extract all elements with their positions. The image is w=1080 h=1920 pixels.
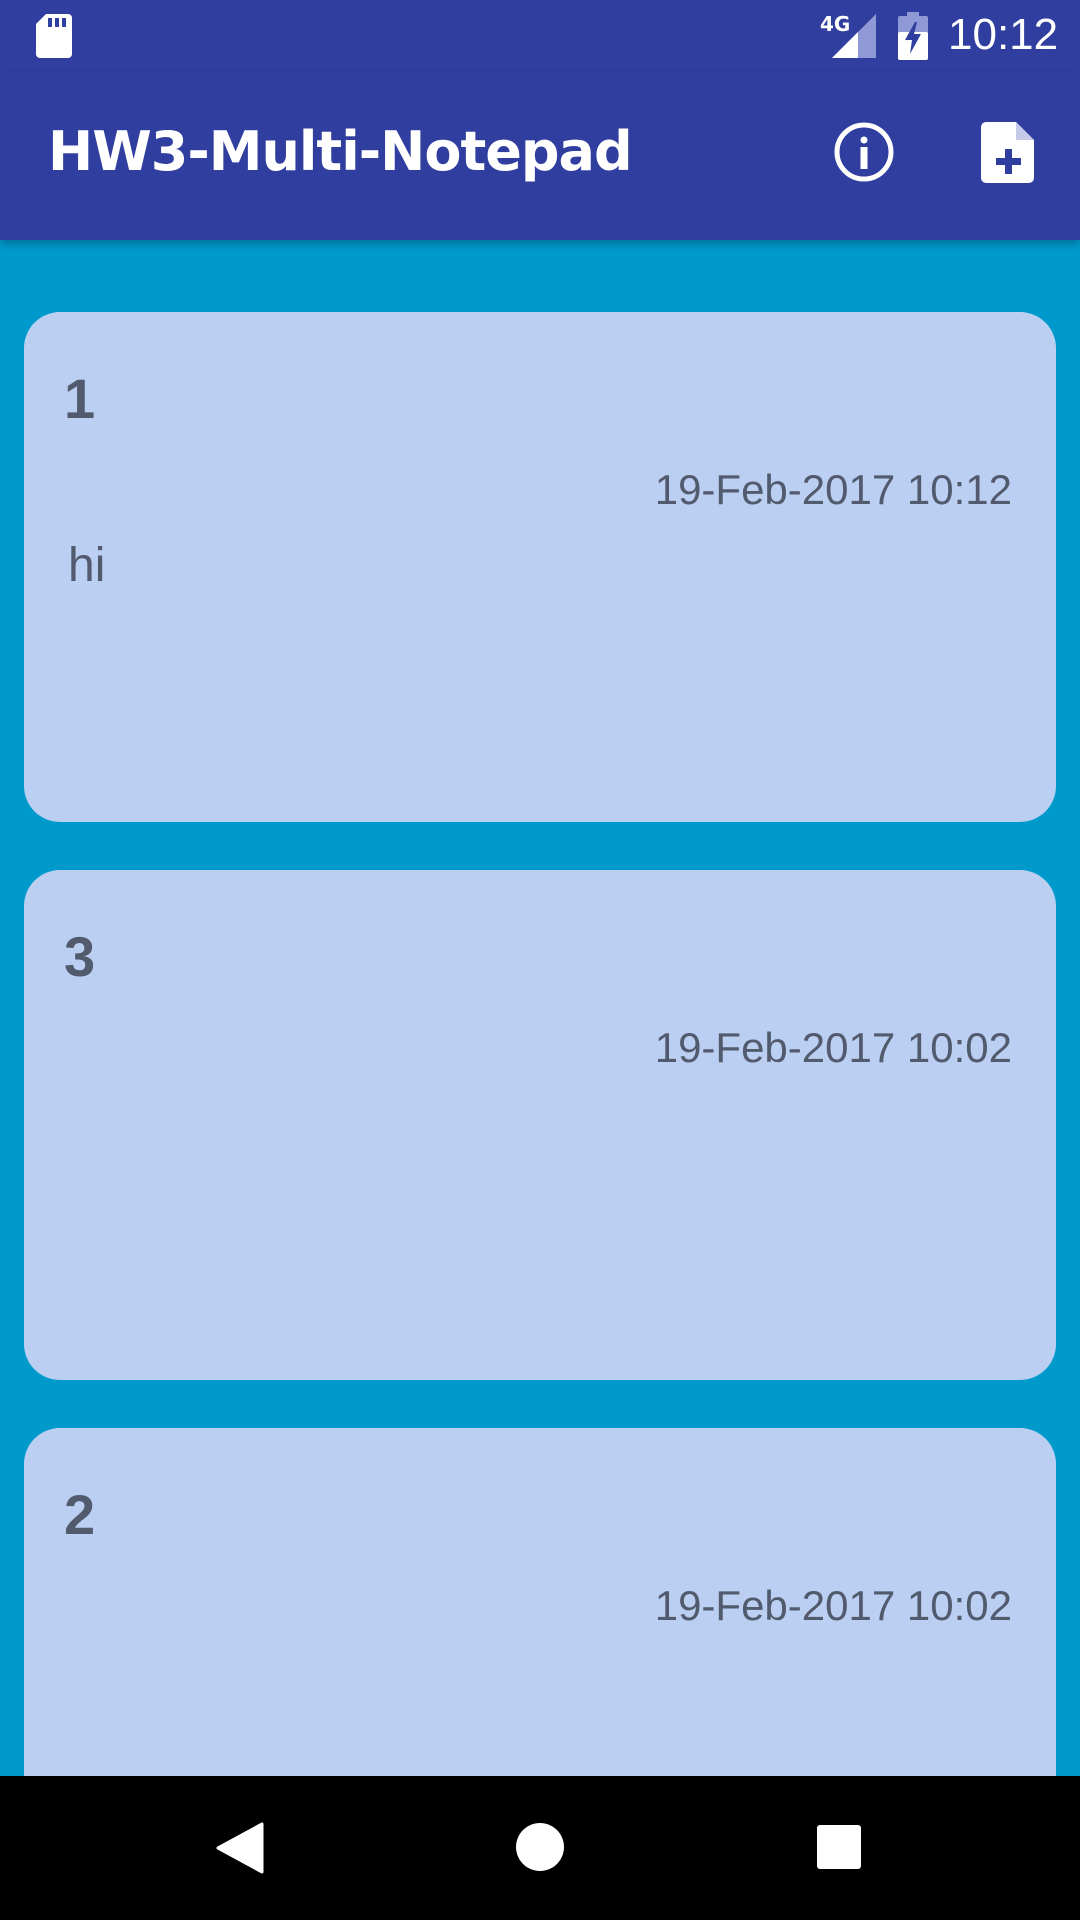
info-button[interactable]	[828, 116, 900, 188]
info-icon	[834, 122, 894, 182]
new-note-button[interactable]	[972, 116, 1044, 188]
signal-icon	[832, 14, 876, 58]
status-clock: 10:12	[948, 10, 1059, 59]
note-date: 19-Feb-2017 10:02	[654, 1024, 1012, 1071]
sd-card-icon	[36, 14, 72, 58]
recents-icon[interactable]	[816, 1824, 862, 1870]
navigation-bar	[0, 1776, 1080, 1920]
battery-charging-icon	[898, 12, 928, 60]
home-icon[interactable]	[515, 1822, 565, 1872]
note-card[interactable]: 1 19-Feb-2017 10:12 hi	[24, 312, 1056, 822]
note-title: 1	[64, 367, 96, 430]
notes-list[interactable]: 1 19-Feb-2017 10:12 hi 3 19-Feb-2017 10:…	[0, 240, 1080, 1776]
note-card[interactable]: 2 19-Feb-2017 10:02	[24, 1428, 1056, 1776]
note-date: 19-Feb-2017 10:12	[654, 466, 1012, 513]
note-body: hi	[68, 539, 106, 592]
note-title: 2	[64, 1483, 96, 1546]
note-date: 19-Feb-2017 10:02	[654, 1582, 1012, 1629]
app-title: HW3-Multi-Notepad	[48, 120, 633, 183]
status-bar: 4G 10:12	[0, 0, 1080, 72]
note-add-icon	[981, 122, 1034, 183]
note-card[interactable]: 3 19-Feb-2017 10:02	[24, 870, 1056, 1380]
app-bar: HW3-Multi-Notepad	[0, 72, 1080, 240]
note-title: 3	[64, 925, 96, 988]
back-icon[interactable]	[216, 1822, 264, 1874]
screen: 4G 10:12 HW3-Multi-Notepad 1 19-Feb-2017…	[0, 0, 1080, 1920]
